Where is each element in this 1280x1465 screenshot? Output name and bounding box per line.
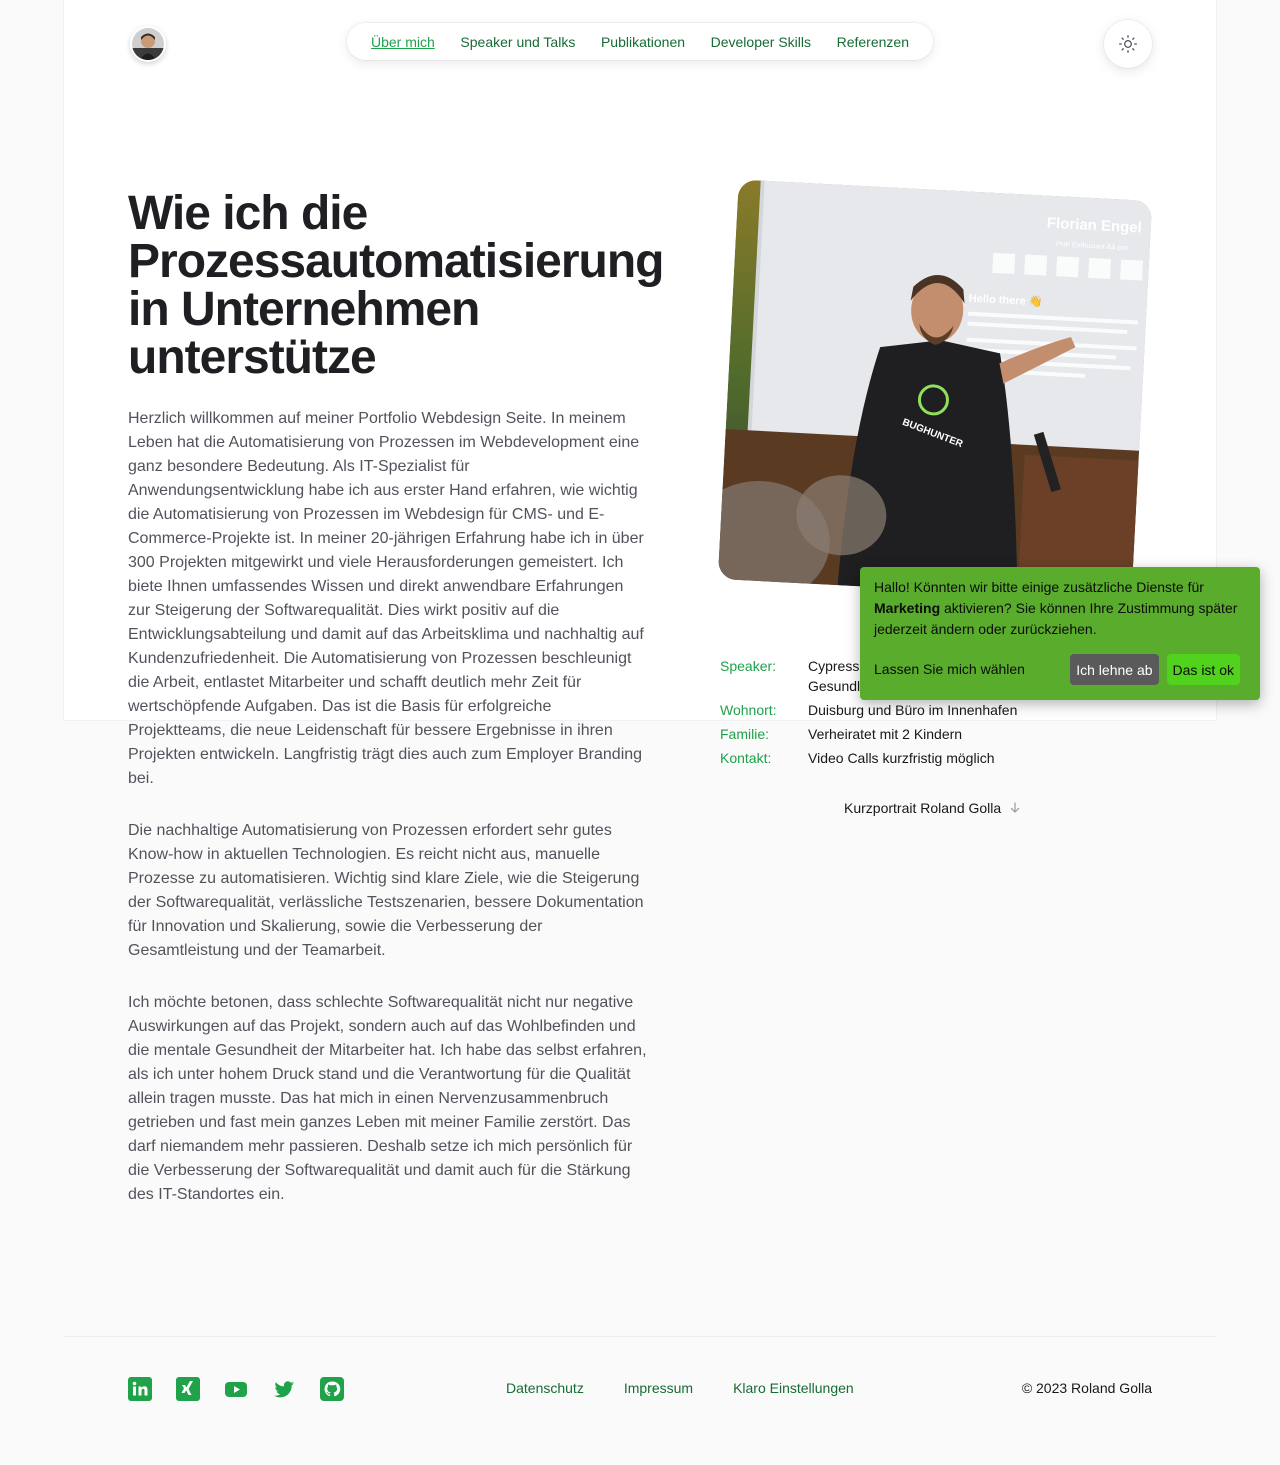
nav-developer-skills[interactable]: Developer Skills [711, 34, 811, 50]
social-links [128, 1377, 344, 1401]
nav-referenzen[interactable]: Referenzen [837, 34, 909, 50]
accept-button[interactable]: Das ist ok [1166, 654, 1240, 685]
consent-text: Hallo! Könnten wir bitte einige zusätzli… [874, 579, 1238, 637]
footer-link-impressum[interactable]: Impressum [624, 1380, 693, 1396]
footer-link-datenschutz[interactable]: Datenschutz [506, 1380, 584, 1396]
quality-paragraph: Ich möchte betonen, dass schlechte Softw… [128, 994, 647, 1203]
theme-toggle-button[interactable] [1104, 20, 1152, 68]
info-key: Speaker: [720, 658, 777, 674]
arrow-down-icon [1011, 802, 1020, 813]
info-value: Duisburg und Büro im Innenhafen [808, 702, 1018, 718]
footer-links: Datenschutz Impressum Klaro Einstellunge… [506, 1380, 854, 1396]
avatar-image [132, 28, 164, 60]
info-row-familie: Familie: Verheiratet mit 2 Kindern [720, 724, 1160, 744]
portrait-link[interactable]: Kurzportrait Roland Golla [844, 800, 1021, 816]
speaker-photo: Florian Engel PHP Enthusiast && pro Hell… [717, 179, 1153, 601]
intro-paragraph: Herzlich willkommen auf meiner Portfolio… [128, 410, 644, 787]
copyright: © 2023 Roland Golla [1021, 1380, 1152, 1396]
info-key: Familie: [720, 726, 770, 742]
nav-speaker-talks[interactable]: Speaker und Talks [460, 34, 575, 50]
automation-paragraph: Die nachhaltige Automatisierung von Proz… [128, 822, 644, 959]
footer-divider [63, 1336, 1217, 1337]
consent-learn-more[interactable]: Lassen Sie mich wählen [874, 659, 1070, 680]
twitter-icon[interactable] [272, 1377, 296, 1401]
xing-icon[interactable] [176, 1377, 200, 1401]
info-key: Kontakt: [720, 750, 772, 766]
avatar[interactable] [130, 26, 166, 62]
consent-banner: Hallo! Könnten wir bitte einige zusätzli… [860, 567, 1260, 700]
info-row-wohnort: Wohnort: Duisburg und Büro im Innenhafen [720, 700, 1160, 720]
consent-actions: Lassen Sie mich wählen Ich lehne ab Das … [874, 654, 1240, 685]
decline-button[interactable]: Ich lehne ab [1070, 654, 1159, 685]
info-row-kontakt: Kontakt: Video Calls kurzfristig möglich [720, 748, 1160, 768]
youtube-icon[interactable] [224, 1377, 248, 1401]
linkedin-icon[interactable] [128, 1377, 152, 1401]
github-icon[interactable] [320, 1377, 344, 1401]
main-nav: Über mich Speaker und Talks Publikatione… [347, 23, 933, 60]
info-value: Verheiratet mit 2 Kindern [808, 726, 963, 742]
info-value: Video Calls kurzfristig möglich [808, 750, 995, 766]
page-title: Wie ich die Prozessautomatisierung in Un… [128, 187, 664, 384]
info-key: Wohnort: [720, 702, 777, 718]
footer-link-klaro[interactable]: Klaro Einstellungen [733, 1380, 854, 1396]
portrait-link-label: Kurzportrait Roland Golla [844, 800, 1002, 816]
sun-icon [1119, 35, 1137, 53]
nav-ueber-mich[interactable]: Über mich [371, 34, 435, 50]
nav-publikationen[interactable]: Publikationen [601, 34, 685, 50]
